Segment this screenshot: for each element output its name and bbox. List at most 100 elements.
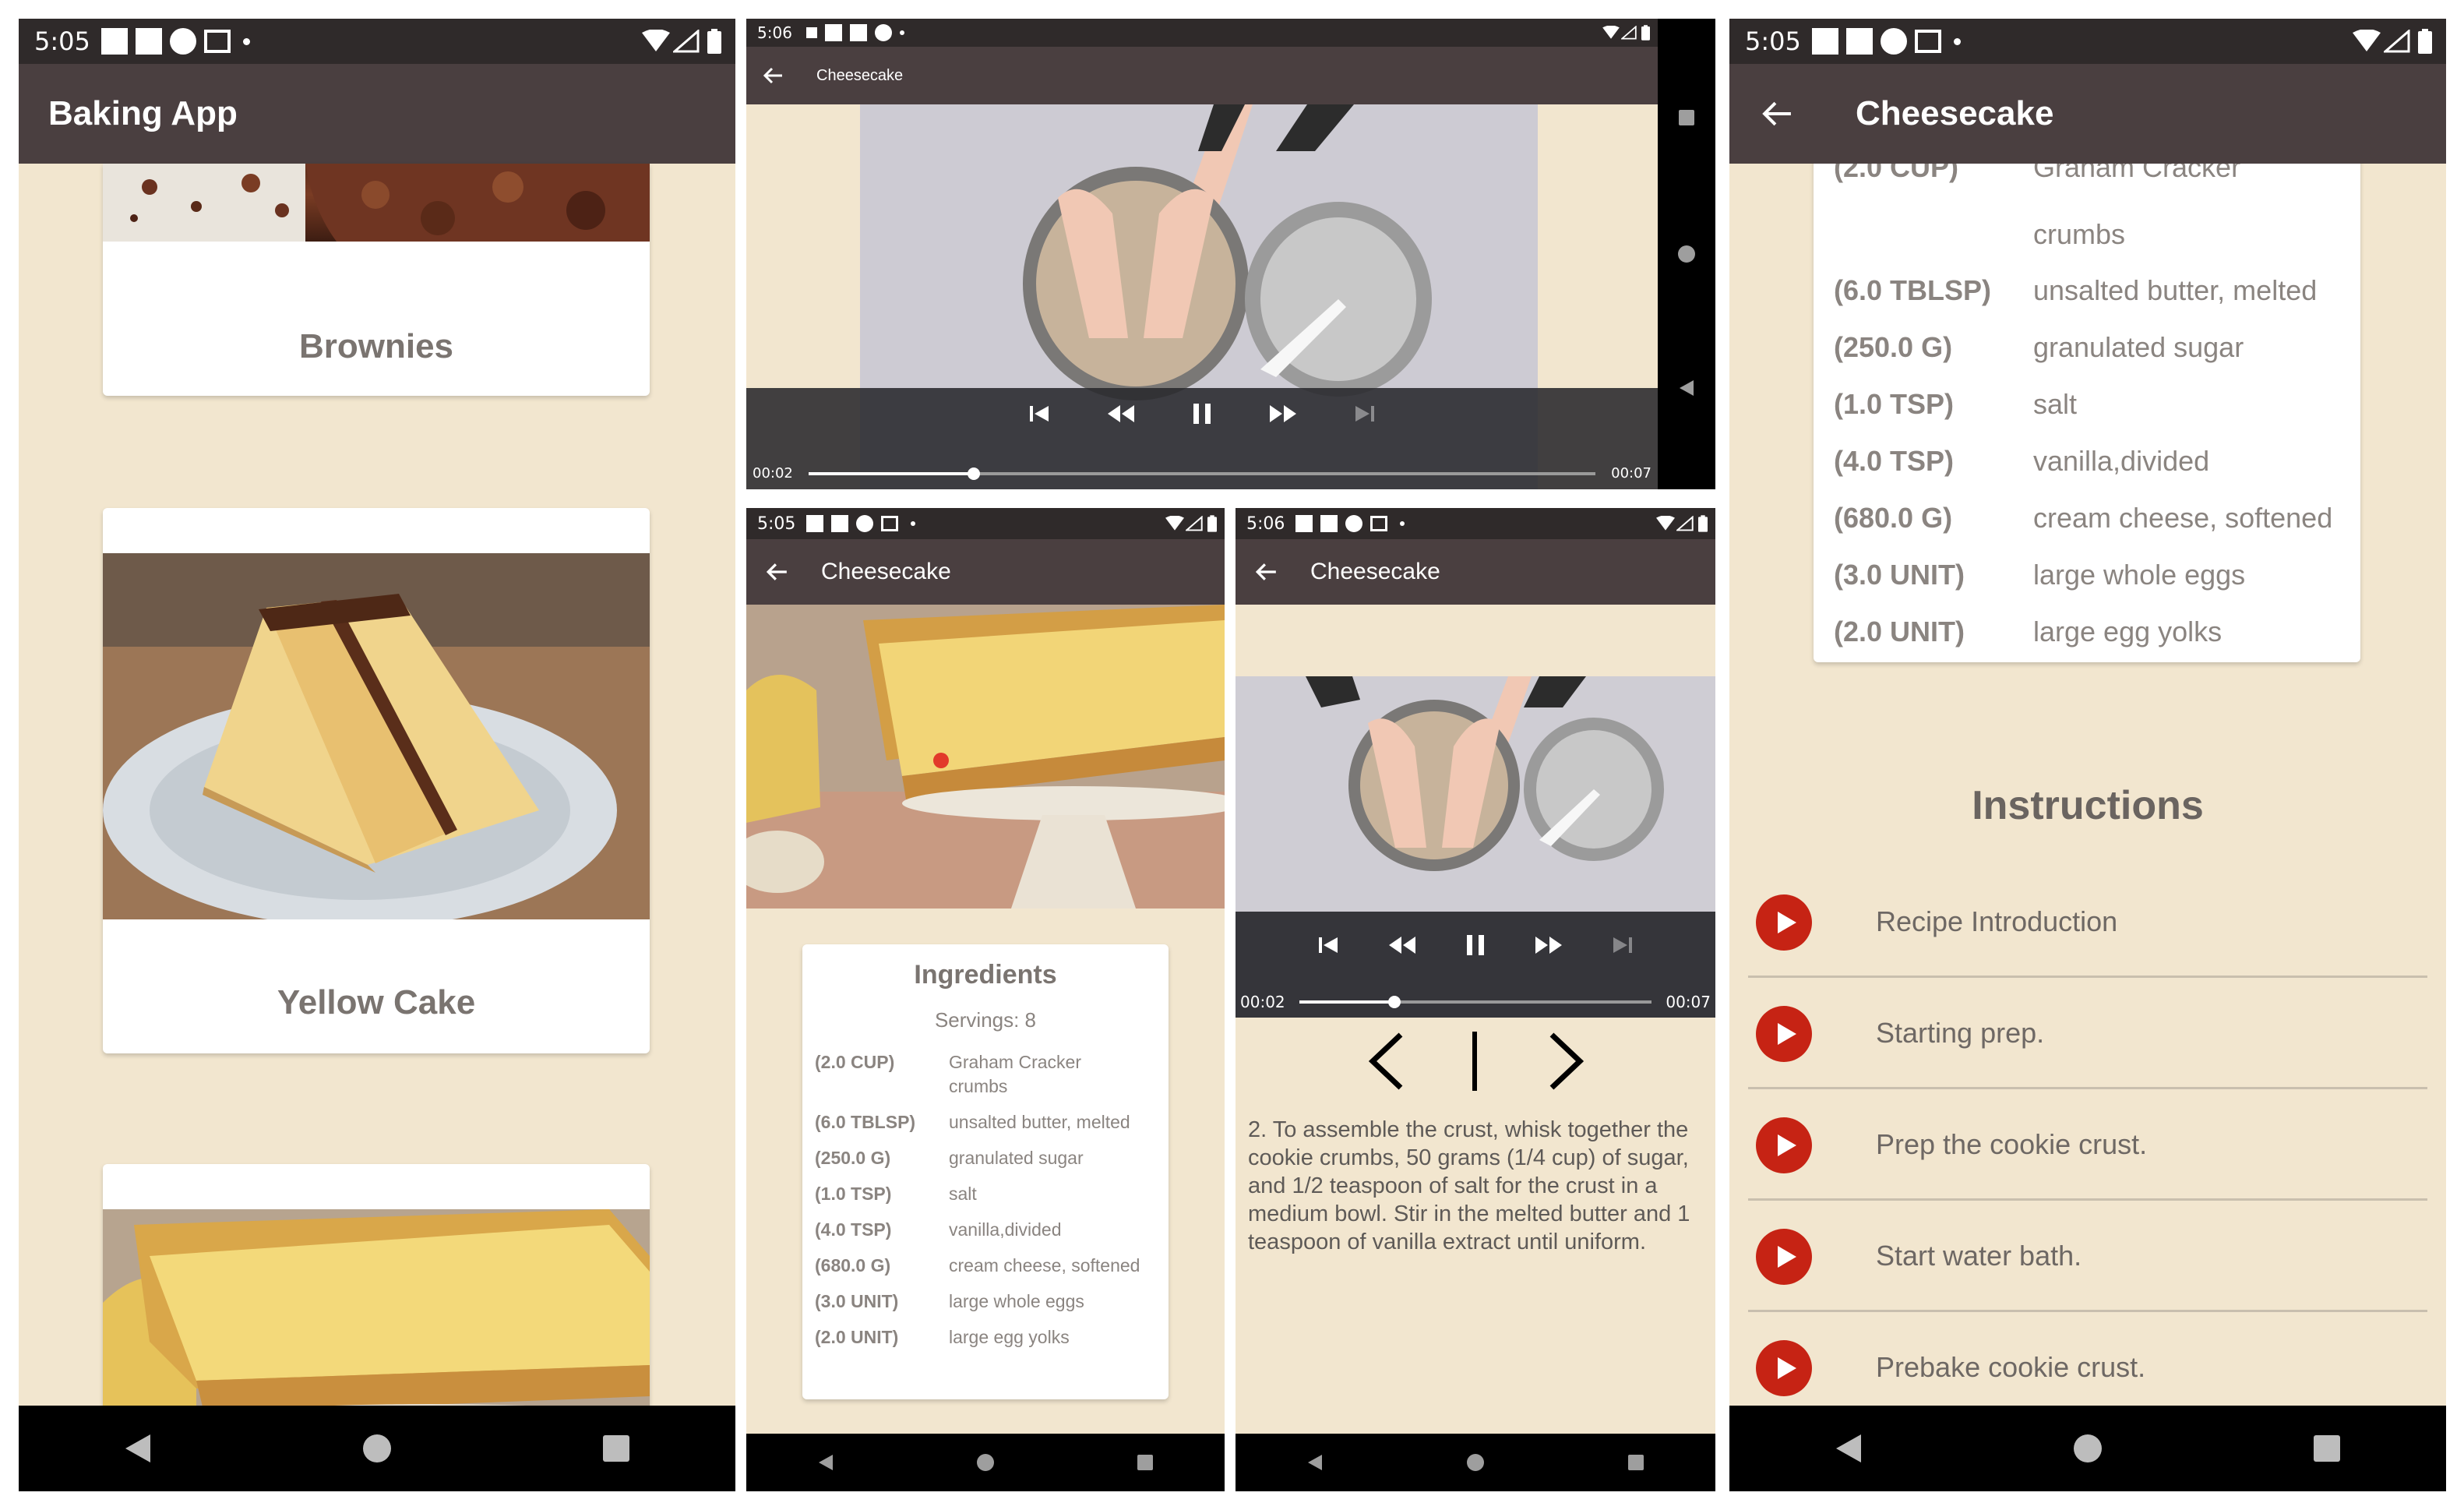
ingredient-qty: (3.0 UNIT): [1834, 559, 1965, 591]
recents-icon[interactable]: [1627, 1454, 1644, 1471]
home-icon[interactable]: [1677, 245, 1696, 263]
servings-label: Servings: 8: [934, 1008, 1037, 1032]
battery-icon: [1207, 515, 1217, 532]
screen-title: Cheesecake: [816, 66, 904, 84]
recipe-name: Brownies: [298, 327, 454, 365]
notification-icon: [100, 28, 128, 55]
step-label: Start water bath.: [1876, 1240, 2082, 1272]
notification-icon: [856, 515, 874, 532]
system-nav-bar: [746, 1434, 1225, 1491]
mail-icon: [1370, 516, 1388, 531]
signal-icon: [2384, 30, 2410, 53]
step-item[interactable]: Starting prep.: [1748, 978, 2427, 1089]
ingredient-qty: (6.0 TBLSP): [1834, 274, 1992, 306]
more-notifications-icon: [1953, 37, 1961, 45]
skip-next-icon[interactable]: [1612, 934, 1634, 956]
nav-back-icon[interactable]: [124, 1433, 152, 1464]
seek-thumb[interactable]: [1388, 996, 1401, 1008]
ingredient-name: vanilla,divided: [2033, 445, 2210, 477]
seek-thumb[interactable]: [968, 467, 981, 480]
ingredient-name: unsalted butter, melted: [949, 1112, 1130, 1132]
pause-icon[interactable]: [1465, 933, 1486, 957]
status-bar: 5:05: [1729, 19, 2446, 64]
signal-icon: [1676, 516, 1694, 531]
ingredient-qty: (4.0 TSP): [1834, 445, 1955, 477]
skip-previous-icon[interactable]: [1317, 934, 1339, 956]
recipe-list-screen: 5:05 Baking App Brownies Yellow Cake: [19, 19, 735, 1491]
back-arrow-icon[interactable]: [763, 67, 784, 84]
ingredient-name: granulated sugar: [949, 1148, 1084, 1168]
status-bar: 5:06: [746, 19, 1658, 47]
ingredient-qty: (3.0 UNIT): [815, 1291, 899, 1311]
rewind-icon[interactable]: [1106, 404, 1136, 424]
back-arrow-icon[interactable]: [1256, 563, 1278, 581]
status-time: 5:06: [757, 23, 792, 42]
video-player[interactable]: 00:02 00:07: [746, 104, 1658, 489]
status-time: 5:05: [34, 26, 90, 56]
ingredient-name-cont: crumbs: [2033, 218, 2126, 250]
pause-icon[interactable]: [1192, 402, 1212, 425]
ingredient-qty: (1.0 TSP): [815, 1184, 892, 1204]
ingredient-name: large whole eggs: [2033, 559, 2246, 591]
status-time: 5:06: [1246, 513, 1285, 534]
elapsed-time: 00:02: [1240, 993, 1285, 1011]
screen-title: Cheesecake: [1856, 94, 2054, 132]
wifi-icon: [642, 30, 670, 51]
home-icon[interactable]: [976, 1453, 995, 1472]
recents-icon[interactable]: [1137, 1454, 1154, 1471]
seek-bar[interactable]: [809, 467, 1595, 480]
system-nav-bar: [19, 1406, 735, 1491]
system-nav-bar: [1658, 19, 1715, 489]
recipe-card-yellow-cake[interactable]: Yellow Cake: [103, 508, 650, 1053]
notification-icon: [806, 515, 824, 532]
step-item[interactable]: Prep the cookie crust.: [1748, 1089, 2427, 1201]
recipe-name: Yellow Cake: [277, 983, 476, 1021]
step-label: Prebake cookie crust.: [1876, 1351, 2146, 1383]
ingredient-row: (3.0 UNIT) large whole eggs: [815, 1291, 1161, 1312]
more-notifications-icon: [1400, 521, 1405, 526]
ingredient-row: (3.0 UNIT) large whole eggs: [1834, 559, 2353, 616]
recipe-card-brownies[interactable]: Brownies: [103, 164, 650, 396]
skip-previous-icon[interactable]: [1028, 403, 1050, 425]
ingredient-qty: (4.0 TSP): [815, 1219, 892, 1240]
status-time: 5:05: [757, 513, 796, 534]
signal-icon: [1621, 26, 1637, 40]
back-arrow-icon[interactable]: [767, 563, 788, 581]
nav-back-icon[interactable]: [1678, 379, 1695, 397]
skip-next-icon[interactable]: [1354, 403, 1376, 425]
app-bar: Baking App: [19, 64, 735, 164]
recents-icon[interactable]: [2313, 1434, 2341, 1462]
ingredient-name: unsalted butter, melted: [2033, 274, 2318, 306]
video-player[interactable]: 00:02 00:07: [1236, 676, 1715, 1018]
play-icon: [1756, 894, 1812, 951]
recents-icon[interactable]: [602, 1434, 630, 1462]
recipe-card-cheesecake[interactable]: [103, 1164, 650, 1429]
home-icon[interactable]: [362, 1434, 392, 1463]
chevron-right-icon[interactable]: [1546, 1032, 1586, 1091]
chevron-left-icon[interactable]: [1366, 1032, 1407, 1091]
nav-back-icon[interactable]: [1835, 1433, 1863, 1464]
fast-forward-icon[interactable]: [1268, 404, 1298, 424]
step-divider: [1472, 1032, 1477, 1091]
seek-bar[interactable]: [1299, 996, 1651, 1008]
nav-back-icon[interactable]: [1306, 1453, 1324, 1472]
ingredient-qty: (6.0 TBLSP): [815, 1112, 916, 1132]
battery-icon: [2418, 29, 2432, 54]
recipe-image: [103, 553, 650, 919]
step-item[interactable]: Recipe Introduction: [1748, 866, 2427, 978]
notification-icon: [824, 24, 842, 41]
fast-forward-icon[interactable]: [1534, 935, 1563, 955]
recents-icon[interactable]: [1678, 109, 1695, 126]
recipe-steps-screen: 5:05 Cheesecake (2.0 CUP) Graham Cracker…: [1729, 19, 2446, 1491]
player-controls: 00:02 00:07: [1236, 912, 1715, 1018]
back-arrow-icon[interactable]: [1762, 101, 1793, 127]
home-icon[interactable]: [1466, 1453, 1485, 1472]
rewind-icon[interactable]: [1387, 935, 1417, 955]
ingredient-name: large whole eggs: [949, 1291, 1084, 1311]
nav-back-icon[interactable]: [817, 1453, 834, 1472]
mail-icon: [1914, 30, 1941, 53]
ingredient-row: (1.0 TSP) salt: [815, 1184, 1161, 1205]
notification-icon: [1295, 515, 1313, 532]
step-item[interactable]: Start water bath.: [1748, 1201, 2427, 1312]
home-icon[interactable]: [2073, 1434, 2103, 1463]
